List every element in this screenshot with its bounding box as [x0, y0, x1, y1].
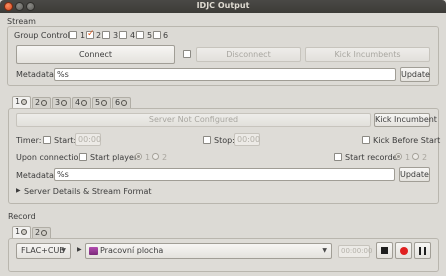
stream-section-label: Stream [7, 17, 36, 26]
group-label-2: 2 [96, 31, 102, 40]
server-status-led-icon [61, 100, 68, 106]
start-player-radio-1-label: 1 [145, 153, 151, 162]
format-select[interactable]: FLAC+CUE ▼ [16, 243, 71, 259]
server-tab-2-label: 2 [35, 98, 41, 107]
server-tab-1[interactable]: 1 [12, 96, 31, 108]
timer-start-input[interactable]: 00:00 [75, 133, 101, 146]
stop-record-button[interactable] [376, 242, 393, 259]
record-tab-2-label: 2 [35, 228, 41, 237]
group-label-1: 1 [80, 31, 86, 40]
record-icon [400, 247, 408, 255]
server-tab-2[interactable]: 2 [32, 97, 51, 108]
kick-incumbents-button[interactable]: Kick Incumbents [305, 47, 430, 62]
recorder-status-led-icon [21, 229, 28, 235]
record-tab-1-label: 1 [15, 227, 21, 236]
server-status-led-icon [41, 100, 48, 106]
server-metadata-label: Metadata: [16, 171, 57, 180]
server-tab-5[interactable]: 5 [92, 97, 111, 108]
timer-start-checkbox[interactable] [43, 136, 51, 144]
stop-icon [381, 247, 388, 254]
start-recorder-radio-1-label: 1 [405, 153, 411, 162]
group-checkbox-3[interactable] [102, 31, 110, 39]
server-tab-3[interactable]: 3 [52, 97, 71, 108]
connect-button[interactable]: Connect [16, 45, 175, 64]
record-time-display: 00:00:00 [338, 245, 372, 258]
server-details-expander[interactable]: Server Details & Stream Format [24, 187, 152, 196]
window-title: IDJC Output [196, 1, 250, 10]
start-recorder-radio-2[interactable] [412, 153, 419, 160]
server-tab-4-label: 4 [75, 98, 81, 107]
server-tab-5-label: 5 [95, 98, 101, 107]
start-player-checkbox[interactable] [79, 153, 87, 161]
group-label-6: 6 [163, 31, 169, 40]
timer-label: Timer: [16, 136, 42, 145]
kick-before-start-label: Kick Before Start [373, 136, 441, 145]
folder-icon [89, 247, 98, 255]
recorder-status-led-icon [41, 230, 48, 236]
server-status-led-icon [21, 99, 28, 105]
group-label-4: 4 [130, 31, 136, 40]
stream-metadata-label: Metadata: [16, 70, 57, 79]
start-recorder-label: Start recorder [345, 153, 401, 162]
server-tab-1-label: 1 [15, 97, 21, 106]
group-checkbox-6[interactable] [153, 31, 161, 39]
record-tab-1[interactable]: 1 [12, 226, 31, 238]
timer-stop-checkbox[interactable] [203, 136, 211, 144]
expander-arrow-icon[interactable]: ▶ [16, 187, 21, 194]
folder-chooser[interactable]: Pracovní plocha ▼ [85, 243, 332, 259]
chevron-down-icon: ▼ [61, 247, 66, 254]
server-status-button[interactable]: Server Not Configured [16, 113, 371, 127]
server-status-led-icon [81, 100, 88, 106]
folder-chooser-value: Pracovní plocha [100, 246, 164, 255]
upon-connection-label: Upon connection: [16, 153, 87, 162]
timer-stop-input[interactable]: 00:00 [234, 133, 260, 146]
server-metadata-input[interactable]: %s [54, 168, 395, 181]
group-checkbox-4[interactable] [119, 31, 127, 39]
server-tab-3-label: 3 [55, 98, 61, 107]
start-player-radio-1[interactable] [135, 153, 142, 160]
pause-icon [419, 247, 421, 255]
start-player-radio-2-label: 2 [162, 153, 168, 162]
timer-stop-label: Stop: [214, 136, 235, 145]
stream-metadata-input[interactable]: %s [54, 68, 396, 81]
server-status-led-icon [101, 100, 108, 106]
server-tab-6-label: 6 [115, 98, 121, 107]
group-checkbox-1[interactable] [69, 31, 77, 39]
kick-incumbent-button[interactable]: Kick Incumbent [374, 113, 437, 127]
kick-before-start-checkbox[interactable] [362, 136, 370, 144]
server-update-button[interactable]: Update [399, 167, 430, 182]
server-tab-6[interactable]: 6 [112, 97, 131, 108]
start-player-label: Start player [90, 153, 138, 162]
pause-icon [424, 247, 426, 255]
server-tab-4[interactable]: 4 [72, 97, 91, 108]
group-checkbox-2[interactable] [86, 29, 95, 39]
timer-start-label: Start: [54, 136, 77, 145]
chevron-down-icon: ▼ [322, 247, 327, 254]
format-arrow-icon: ▶ [77, 246, 82, 253]
start-recorder-checkbox[interactable] [334, 153, 342, 161]
group-controls-label: Group Controls [14, 31, 74, 40]
disconnect-button[interactable]: Disconnect [196, 47, 301, 62]
format-select-value: FLAC+CUE [21, 246, 65, 255]
start-player-radio-2[interactable] [152, 153, 159, 160]
server-status-led-icon [121, 100, 128, 106]
start-recorder-radio-1[interactable] [395, 153, 402, 160]
group-label-5: 5 [147, 31, 153, 40]
record-section-label: Record [8, 212, 36, 221]
record-tab-2[interactable]: 2 [32, 227, 51, 238]
start-recorder-radio-2-label: 2 [422, 153, 428, 162]
connect-toggle-checkbox[interactable] [183, 50, 191, 58]
group-checkbox-5[interactable] [136, 31, 144, 39]
group-label-3: 3 [113, 31, 119, 40]
stream-update-button[interactable]: Update [400, 67, 430, 82]
start-record-button[interactable] [395, 242, 412, 259]
pause-record-button[interactable] [414, 242, 431, 259]
